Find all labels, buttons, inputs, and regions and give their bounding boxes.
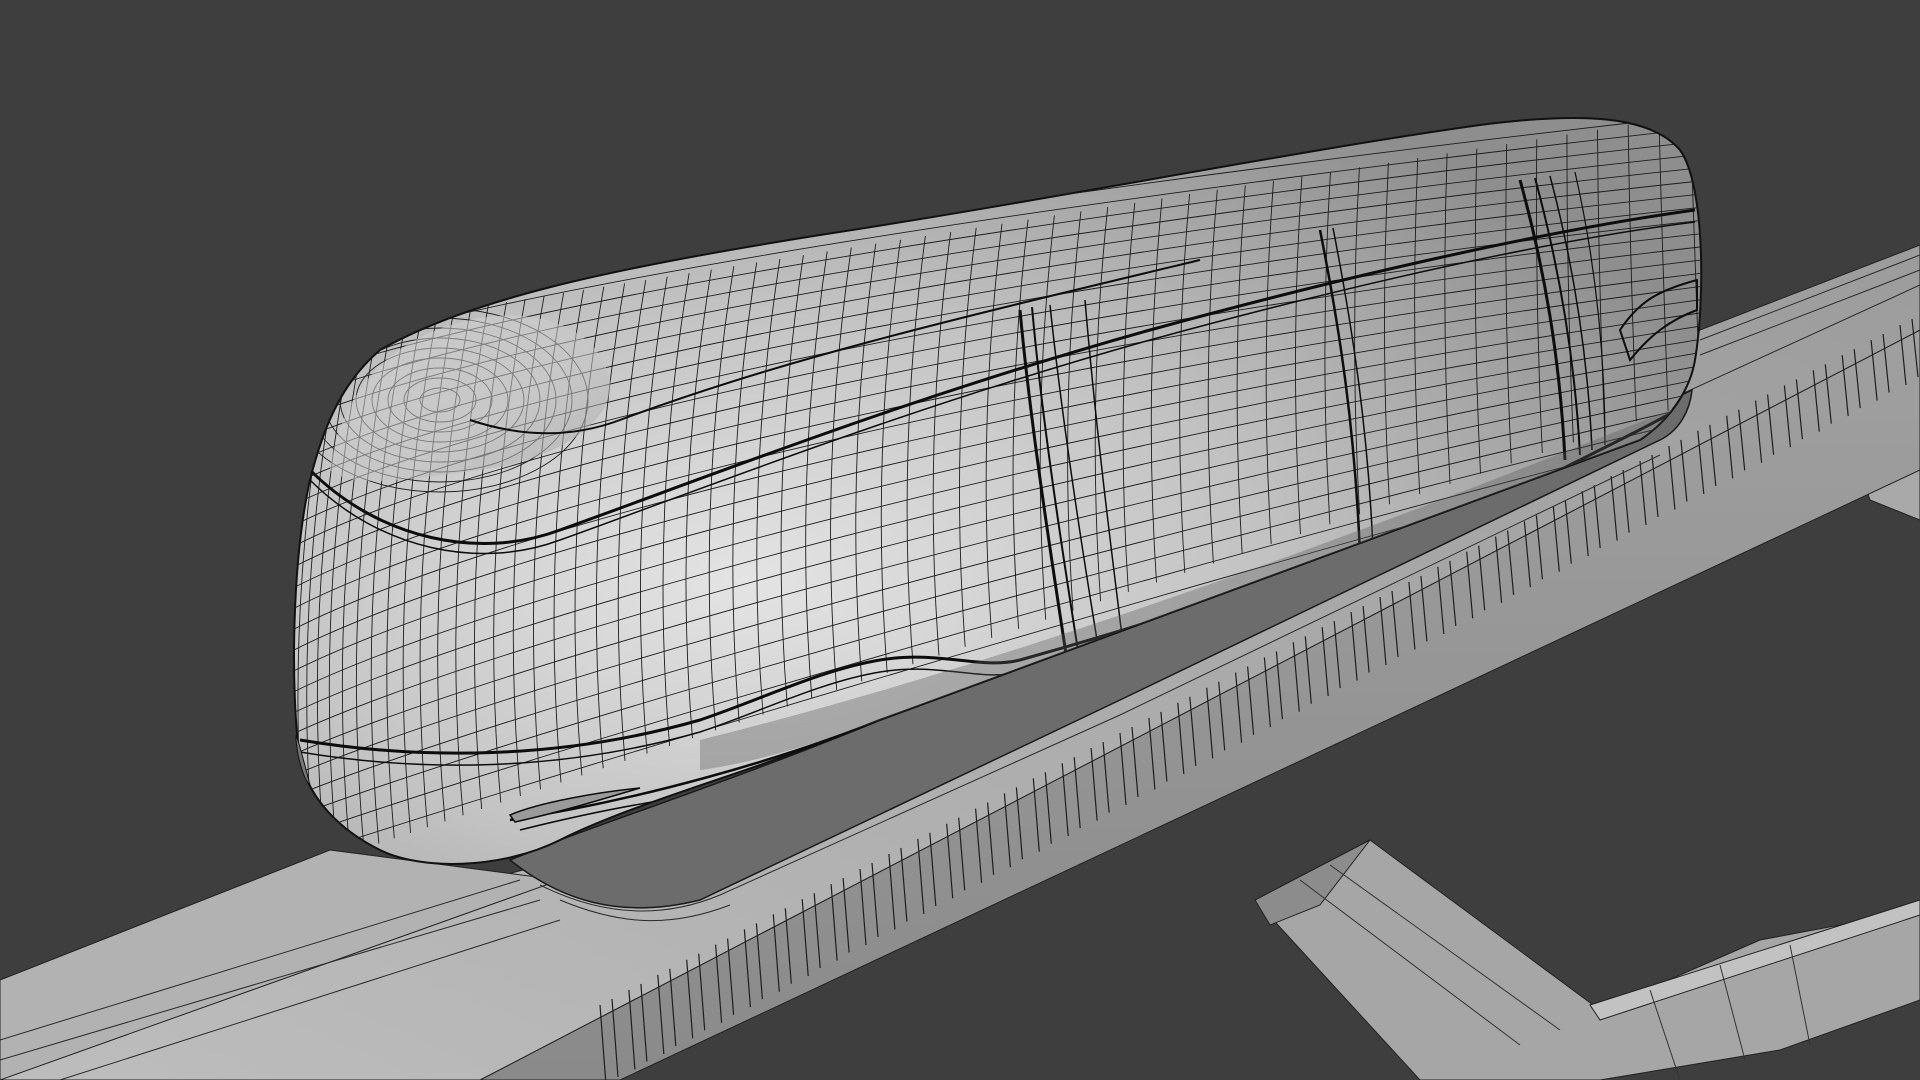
3d-viewport[interactable] xyxy=(0,0,1920,1080)
viewport-scene xyxy=(0,116,1920,1080)
